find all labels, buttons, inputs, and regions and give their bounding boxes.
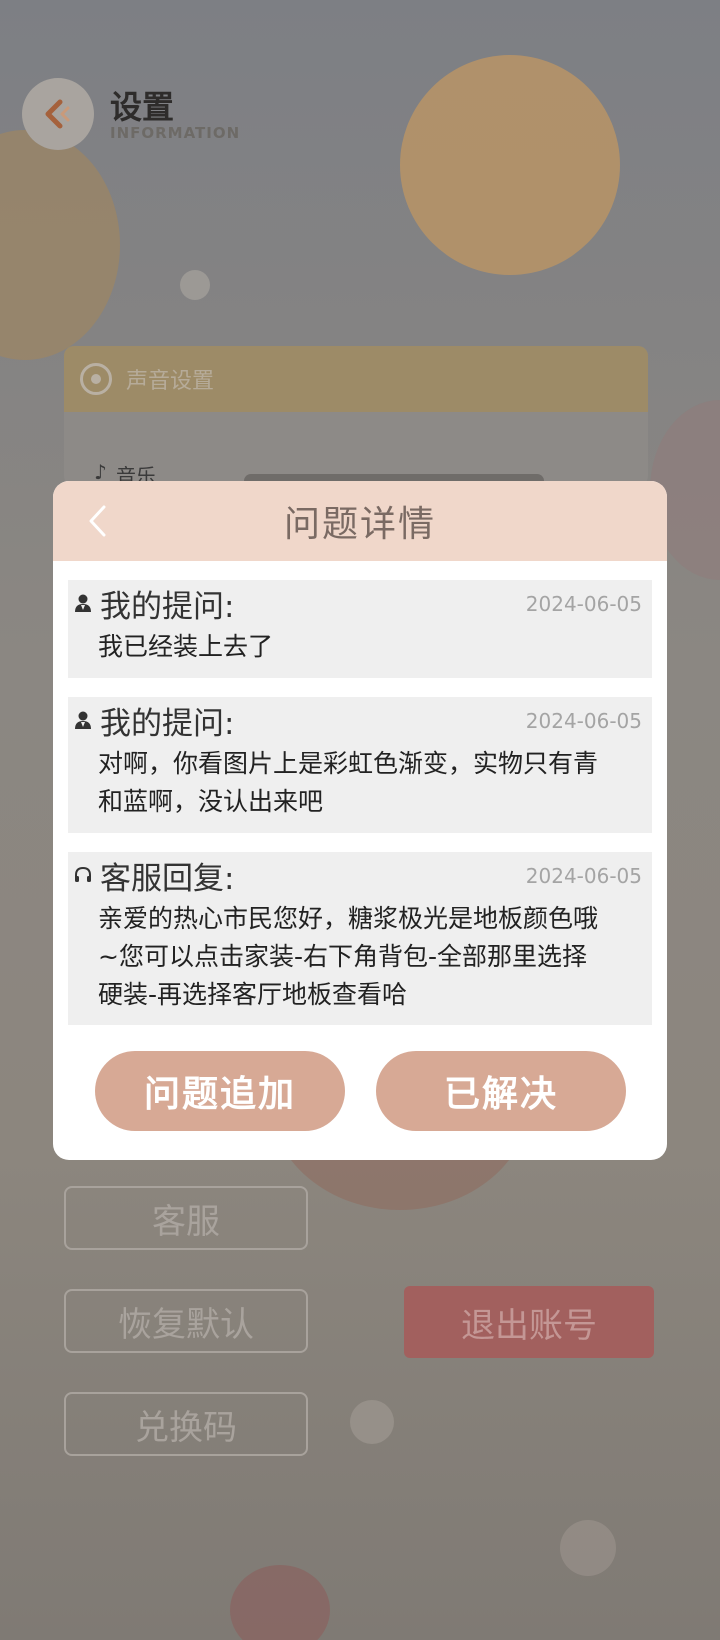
dialog-title: 问题详情 bbox=[283, 504, 436, 545]
sound-settings-label: 声音设置 bbox=[126, 369, 215, 394]
customer-service-button[interactable]: 客服 bbox=[64, 1186, 308, 1250]
decor-bubble bbox=[180, 270, 210, 300]
message-text: 对啊，你看图片上是彩虹色渐变，实物只有青和蓝啊，没认出来吧 bbox=[98, 749, 599, 816]
dialog-back-button[interactable] bbox=[79, 503, 115, 539]
page-subtitle: INFORMATION bbox=[110, 124, 241, 142]
restore-default-button[interactable]: 恢复默认 bbox=[64, 1289, 308, 1353]
question-detail-dialog: 问题详情 我的提问: 2024-06-05 我已经装上去了 我的提问: 2024… bbox=[53, 481, 667, 1160]
message-author: 我的提问: bbox=[100, 705, 235, 742]
settings-back-button[interactable] bbox=[22, 78, 94, 150]
sound-settings-card: 声音设置 ♪ 音乐 bbox=[64, 346, 648, 486]
message-text: 我已经装上去了 bbox=[98, 632, 274, 661]
page-title: 设置 bbox=[110, 88, 175, 126]
sound-settings-header: 声音设置 bbox=[64, 346, 648, 412]
redeem-code-button[interactable]: 兑换码 bbox=[64, 1392, 308, 1456]
message-text: 亲爱的热心市民您好，糖浆极光是地板颜色哦~您可以点击家装-右下角背包-全部那里选… bbox=[98, 904, 599, 1009]
logout-button[interactable]: 退出账号 bbox=[404, 1286, 654, 1358]
user-icon bbox=[72, 709, 94, 731]
message-item: 我的提问: 2024-06-05 我已经装上去了 bbox=[68, 580, 652, 678]
dialog-header: 问题详情 bbox=[53, 481, 667, 561]
append-question-button[interactable]: 问题追加 bbox=[95, 1051, 345, 1131]
solved-button[interactable]: 已解决 bbox=[376, 1051, 626, 1131]
decor-bubble bbox=[560, 1520, 616, 1576]
message-item: 客服回复: 2024-06-05 亲爱的热心市民您好，糖浆极光是地板颜色哦~您可… bbox=[68, 852, 652, 1025]
decor-bubble bbox=[400, 55, 620, 275]
message-item: 我的提问: 2024-06-05 对啊，你看图片上是彩虹色渐变，实物只有青和蓝啊… bbox=[68, 697, 652, 833]
chevron-left-icon bbox=[89, 505, 106, 537]
message-author: 客服回复: bbox=[100, 860, 235, 897]
message-header: 我的提问: bbox=[72, 584, 234, 625]
decor-bubble bbox=[230, 1565, 330, 1640]
message-header: 我的提问: bbox=[72, 701, 234, 742]
message-header: 客服回复: bbox=[72, 856, 234, 897]
back-arrow-icon bbox=[45, 99, 70, 129]
message-date: 2024-06-05 bbox=[525, 864, 642, 888]
decor-bubble bbox=[350, 1400, 394, 1444]
message-author: 我的提问: bbox=[100, 588, 235, 625]
headset-icon bbox=[72, 864, 94, 886]
user-icon bbox=[72, 592, 94, 614]
decor-bubble bbox=[0, 130, 120, 360]
message-date: 2024-06-05 bbox=[525, 709, 642, 733]
message-date: 2024-06-05 bbox=[525, 592, 642, 616]
speaker-icon bbox=[80, 363, 112, 395]
